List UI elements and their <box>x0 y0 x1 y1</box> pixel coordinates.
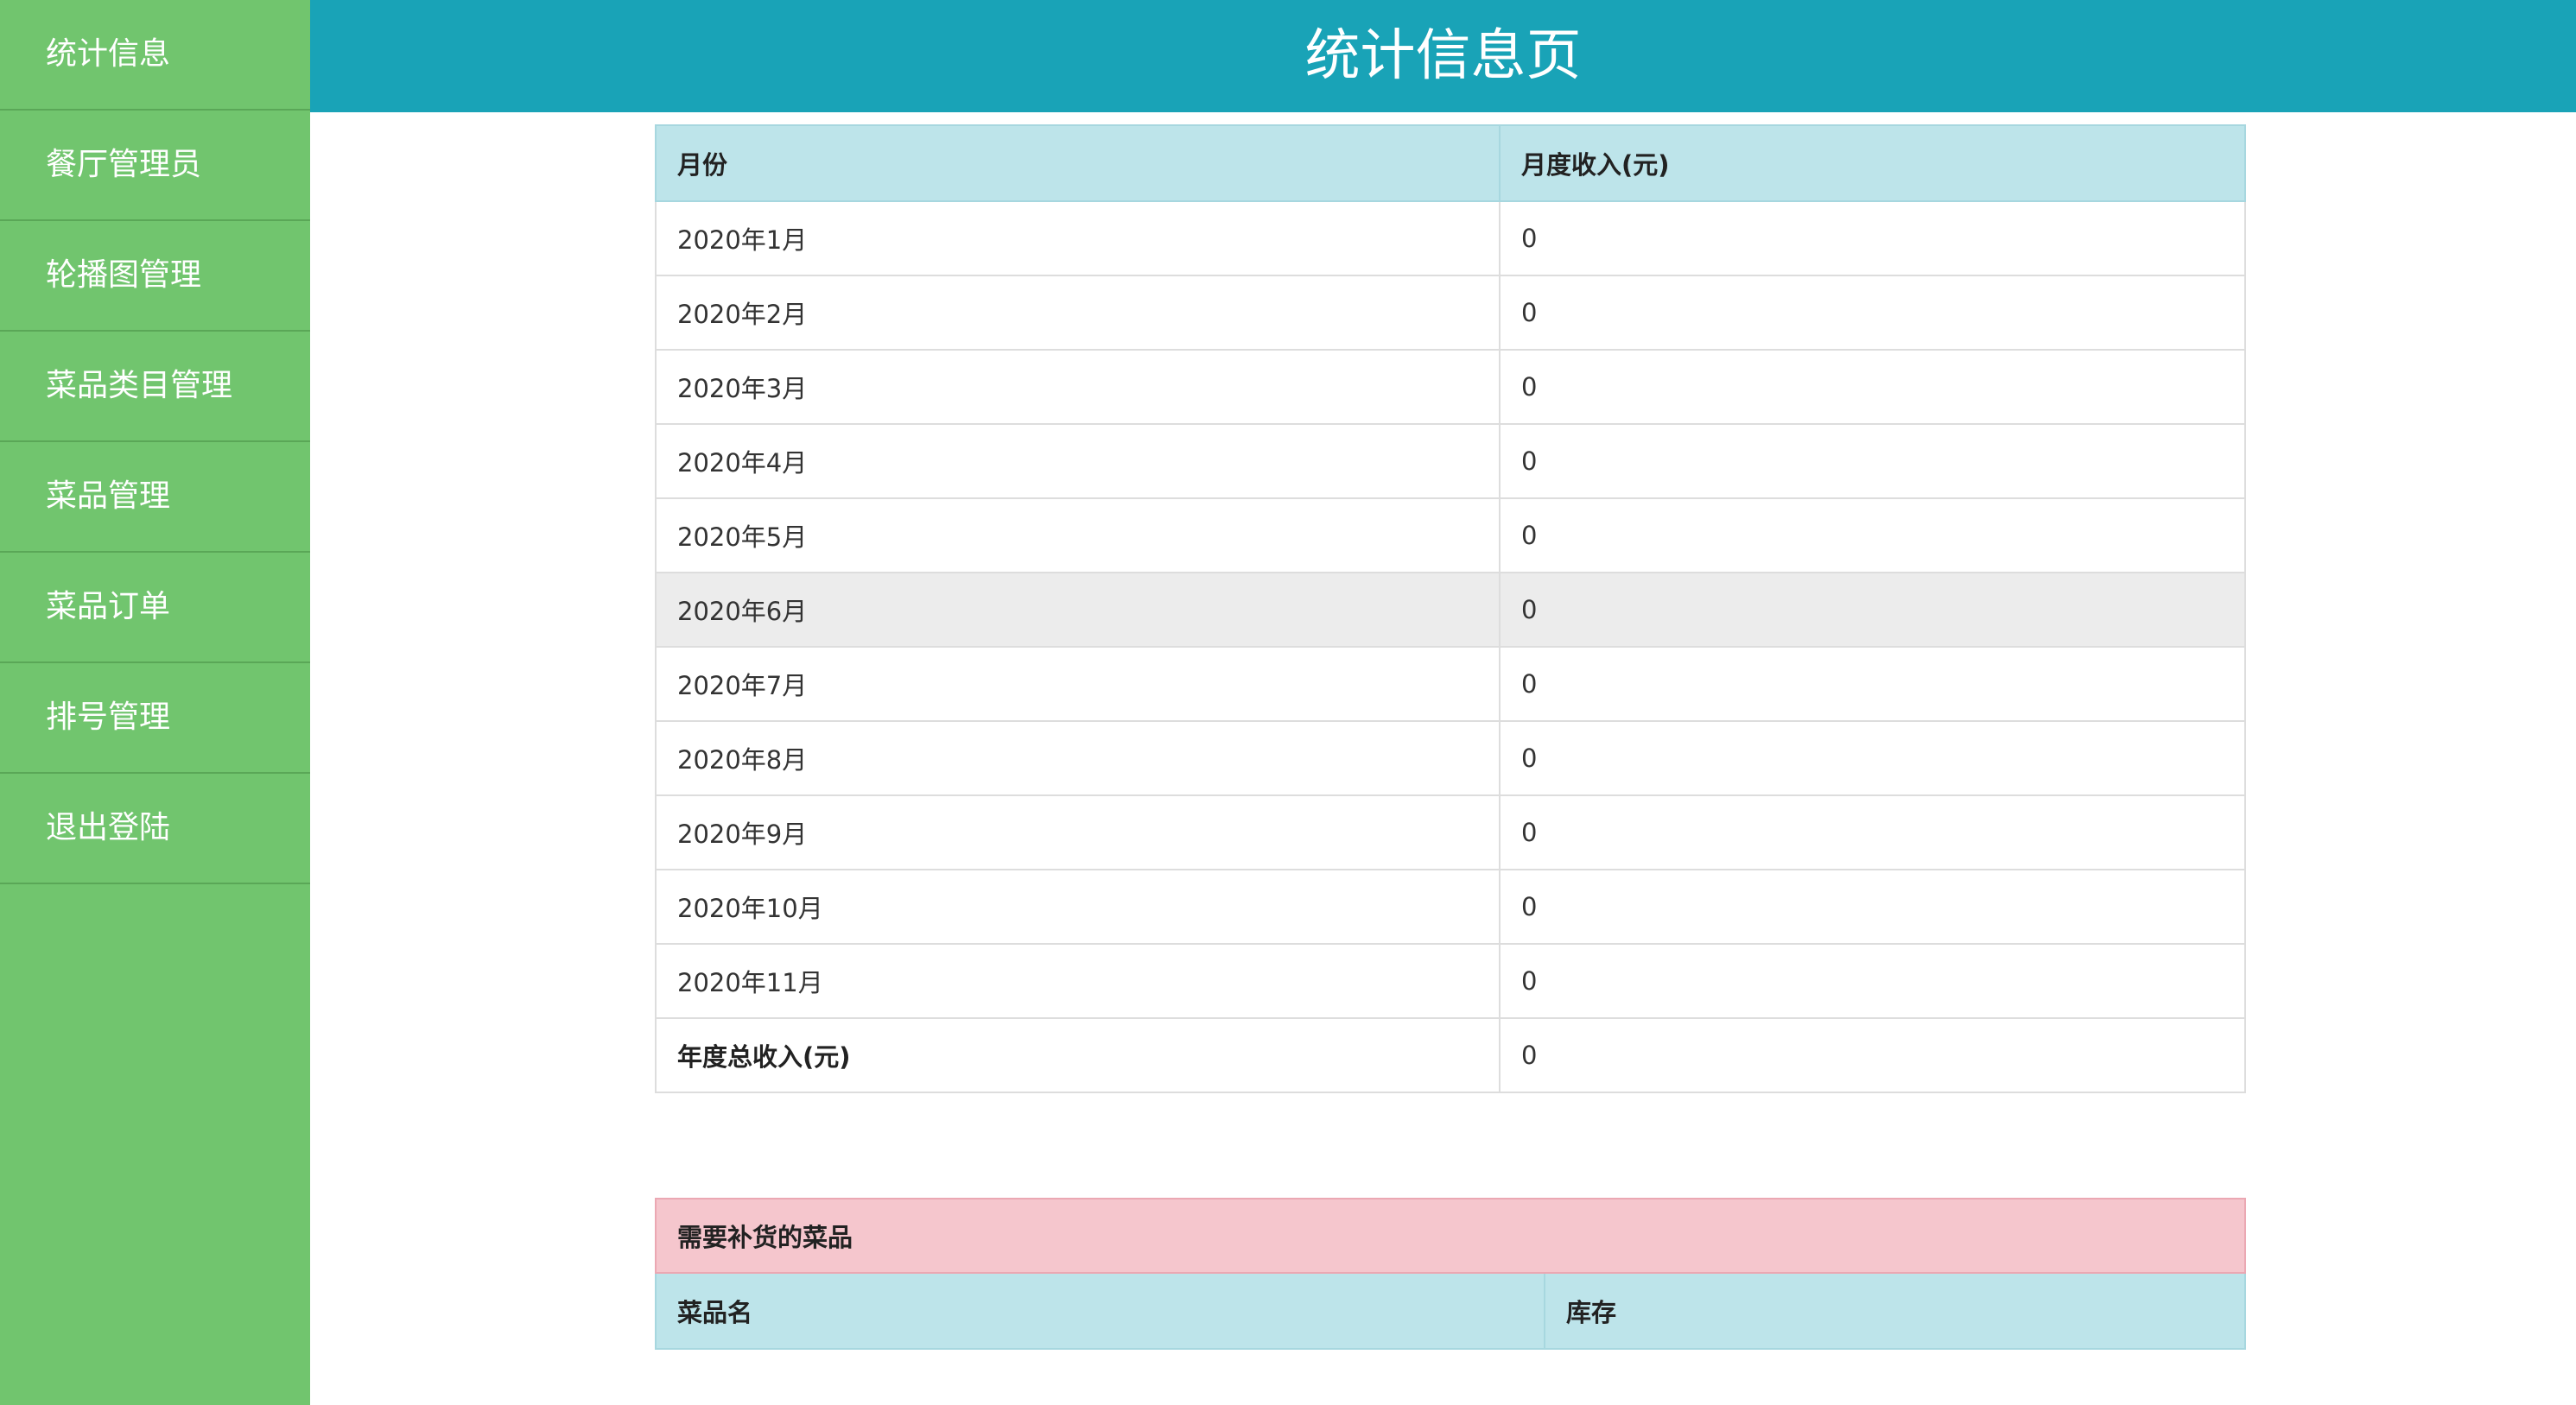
monthly-income-table: 月份 月度收入(元) 2020年1月 0 2020年2月 0 2020年3月 0… <box>655 124 2246 1093</box>
sidebar-item-dish-orders[interactable]: 菜品订单 <box>0 553 310 663</box>
page-title: 统计信息页 <box>1304 24 1582 88</box>
month-cell: 2020年11月 <box>655 943 1501 1019</box>
sidebar-item-statistics[interactable]: 统计信息 <box>0 0 310 111</box>
table-row: 2020年5月 0 <box>655 497 2246 573</box>
income-cell: 0 <box>1499 943 2246 1019</box>
month-cell: 2020年10月 <box>655 869 1501 945</box>
month-cell: 2020年3月 <box>655 349 1501 425</box>
table-row: 2020年1月 0 <box>655 200 2246 276</box>
table-row: 2020年10月 0 <box>655 869 2246 945</box>
table-row: 2020年9月 0 <box>655 794 2246 870</box>
sidebar-item-restaurant-admins[interactable]: 餐厅管理员 <box>0 111 310 221</box>
table-row: 2020年2月 0 <box>655 275 2246 351</box>
income-cell: 0 <box>1499 869 2246 945</box>
table-row: 2020年11月 0 <box>655 943 2246 1019</box>
column-header-dish-name: 菜品名 <box>655 1272 1545 1350</box>
month-cell: 2020年4月 <box>655 423 1501 499</box>
income-cell: 0 <box>1499 349 2246 425</box>
income-cell: 0 <box>1499 497 2246 573</box>
table-row: 2020年4月 0 <box>655 423 2246 499</box>
income-cell: 0 <box>1499 646 2246 722</box>
income-cell: 0 <box>1499 572 2246 648</box>
month-cell: 2020年5月 <box>655 497 1501 573</box>
month-cell: 2020年7月 <box>655 646 1501 722</box>
column-header-monthly-income: 月度收入(元) <box>1499 124 2246 202</box>
sidebar-item-logout[interactable]: 退出登陆 <box>0 774 310 884</box>
month-cell: 2020年1月 <box>655 200 1501 276</box>
restock-dishes-table: 需要补货的菜品 菜品名 库存 <box>654 1198 2247 1350</box>
restock-table-title: 需要补货的菜品 <box>654 1198 2247 1274</box>
sidebar-item-dish-management[interactable]: 菜品管理 <box>0 442 310 553</box>
annual-total-row: 年度总收入(元) 0 <box>655 1017 2246 1093</box>
month-cell: 2020年6月 <box>655 572 1501 648</box>
sidebar-item-dish-category-management[interactable]: 菜品类目管理 <box>0 332 310 442</box>
sidebar: 统计信息 餐厅管理员 轮播图管理 菜品类目管理 菜品管理 菜品订单 排号管理 退… <box>0 0 310 1405</box>
table-row: 2020年7月 0 <box>655 646 2246 722</box>
table-row: 2020年3月 0 <box>655 349 2246 425</box>
income-cell: 0 <box>1499 275 2246 351</box>
month-cell: 2020年2月 <box>655 275 1501 351</box>
sidebar-item-carousel-management[interactable]: 轮播图管理 <box>0 221 310 332</box>
annual-total-label: 年度总收入(元) <box>655 1017 1501 1093</box>
month-cell: 2020年8月 <box>655 720 1501 796</box>
page-header: 统计信息页 <box>310 0 2576 112</box>
income-cell: 0 <box>1499 423 2246 499</box>
column-header-stock: 库存 <box>1543 1272 2247 1350</box>
income-cell: 0 <box>1499 200 2246 276</box>
restock-title-row: 需要补货的菜品 <box>654 1198 2247 1274</box>
table-row: 2020年8月 0 <box>655 720 2246 796</box>
month-cell: 2020年9月 <box>655 794 1501 870</box>
table-row-hovered: 2020年6月 0 <box>655 572 2246 648</box>
column-header-month: 月份 <box>655 124 1501 202</box>
table-header-row: 月份 月度收入(元) <box>655 124 2246 202</box>
table-header-row: 菜品名 库存 <box>655 1272 2247 1350</box>
income-cell: 0 <box>1499 794 2246 870</box>
sidebar-item-queue-management[interactable]: 排号管理 <box>0 663 310 774</box>
income-cell: 0 <box>1499 720 2246 796</box>
annual-total-value: 0 <box>1499 1017 2246 1093</box>
